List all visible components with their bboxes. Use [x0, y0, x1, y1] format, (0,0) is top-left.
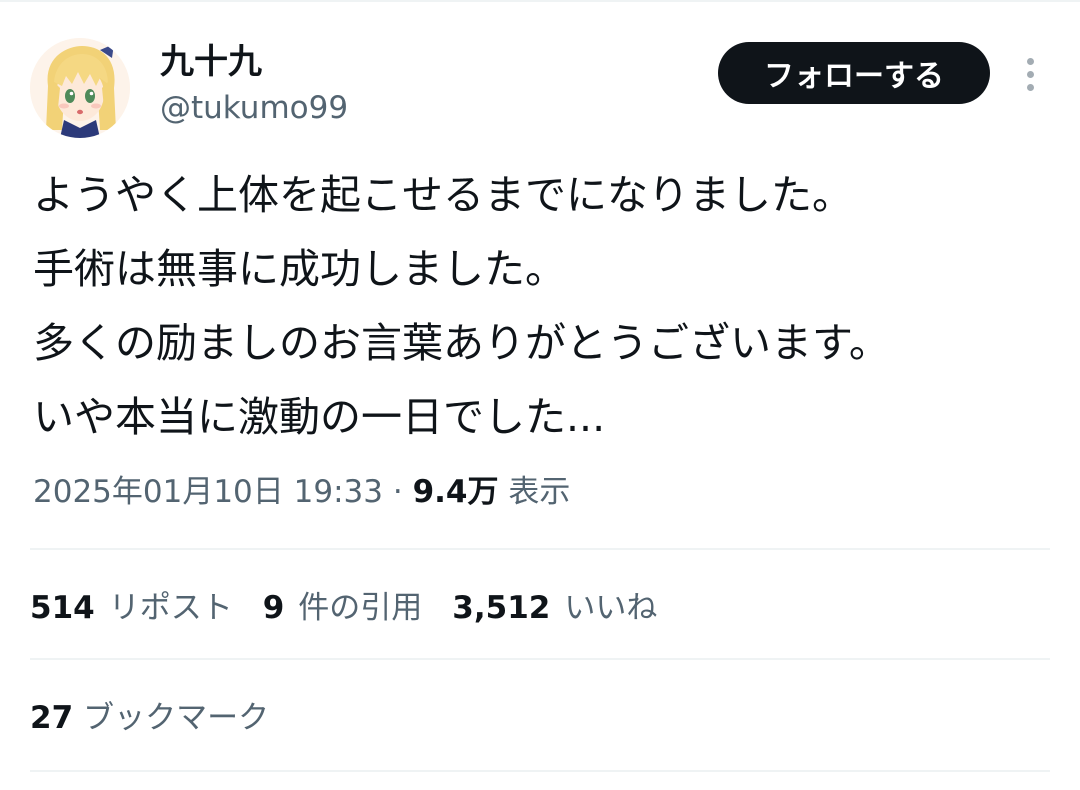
top-divider [0, 0, 1080, 2]
tweet-line: 多くの励ましのお言葉ありがとうございます。 [33, 319, 890, 367]
engagement-stats: 514 リポスト 9 件の引用 3,512 いいね [30, 586, 687, 630]
follow-button[interactable]: フォローする [718, 42, 990, 104]
user-handle[interactable]: @tukumo99 [160, 86, 348, 130]
display-name[interactable]: 九十九 [160, 40, 262, 84]
views-count: 9.4万 [412, 474, 499, 510]
bookmark-stats: 27 ブックマーク [30, 696, 299, 740]
reposts-label: リポスト [108, 590, 233, 626]
reposts-count: 514 [30, 590, 95, 626]
quotes-label: 件の引用 [298, 590, 423, 626]
tweet-meta: 2025年01月10日 19:33 · 9.4万 表示 [33, 470, 570, 514]
vertical-ellipsis-icon [1026, 57, 1034, 65]
avatar[interactable] [30, 38, 130, 138]
tweet-line: 手術は無事に成功しました。 [33, 245, 566, 293]
tweet-line: ようやく上体を起こせるまでになりました。 [33, 171, 853, 219]
meta-separator: · [392, 474, 403, 510]
quotes-stat[interactable]: 9 件の引用 [263, 586, 423, 630]
quotes-count: 9 [262, 590, 285, 626]
views-label: 表示 [508, 474, 571, 510]
tweet-text: ようやく上体を起こせるまでになりました。 手術は無事に成功しました。 多くの励ま… [33, 158, 1053, 454]
timestamp[interactable]: 2025年01月10日 19:33 [33, 474, 383, 510]
more-options-button[interactable] [1012, 52, 1048, 96]
likes-label: いいね [564, 590, 658, 626]
divider [30, 658, 1050, 660]
bookmarks-label: ブックマーク [83, 700, 270, 736]
reposts-stat[interactable]: 514 リポスト [30, 586, 233, 630]
divider [30, 548, 1050, 550]
divider [30, 770, 1050, 772]
likes-stat[interactable]: 3,512 いいね [452, 586, 657, 630]
vertical-ellipsis-icon [1026, 70, 1034, 78]
bookmarks-count: 27 [30, 700, 74, 736]
vertical-ellipsis-icon [1026, 83, 1034, 91]
likes-count: 3,512 [452, 590, 551, 626]
tweet-line: いや本当に激動の一日でした... [33, 393, 606, 441]
anime-girl-avatar-icon [30, 38, 130, 138]
bookmarks-stat[interactable]: 27 ブックマーク [30, 696, 269, 740]
